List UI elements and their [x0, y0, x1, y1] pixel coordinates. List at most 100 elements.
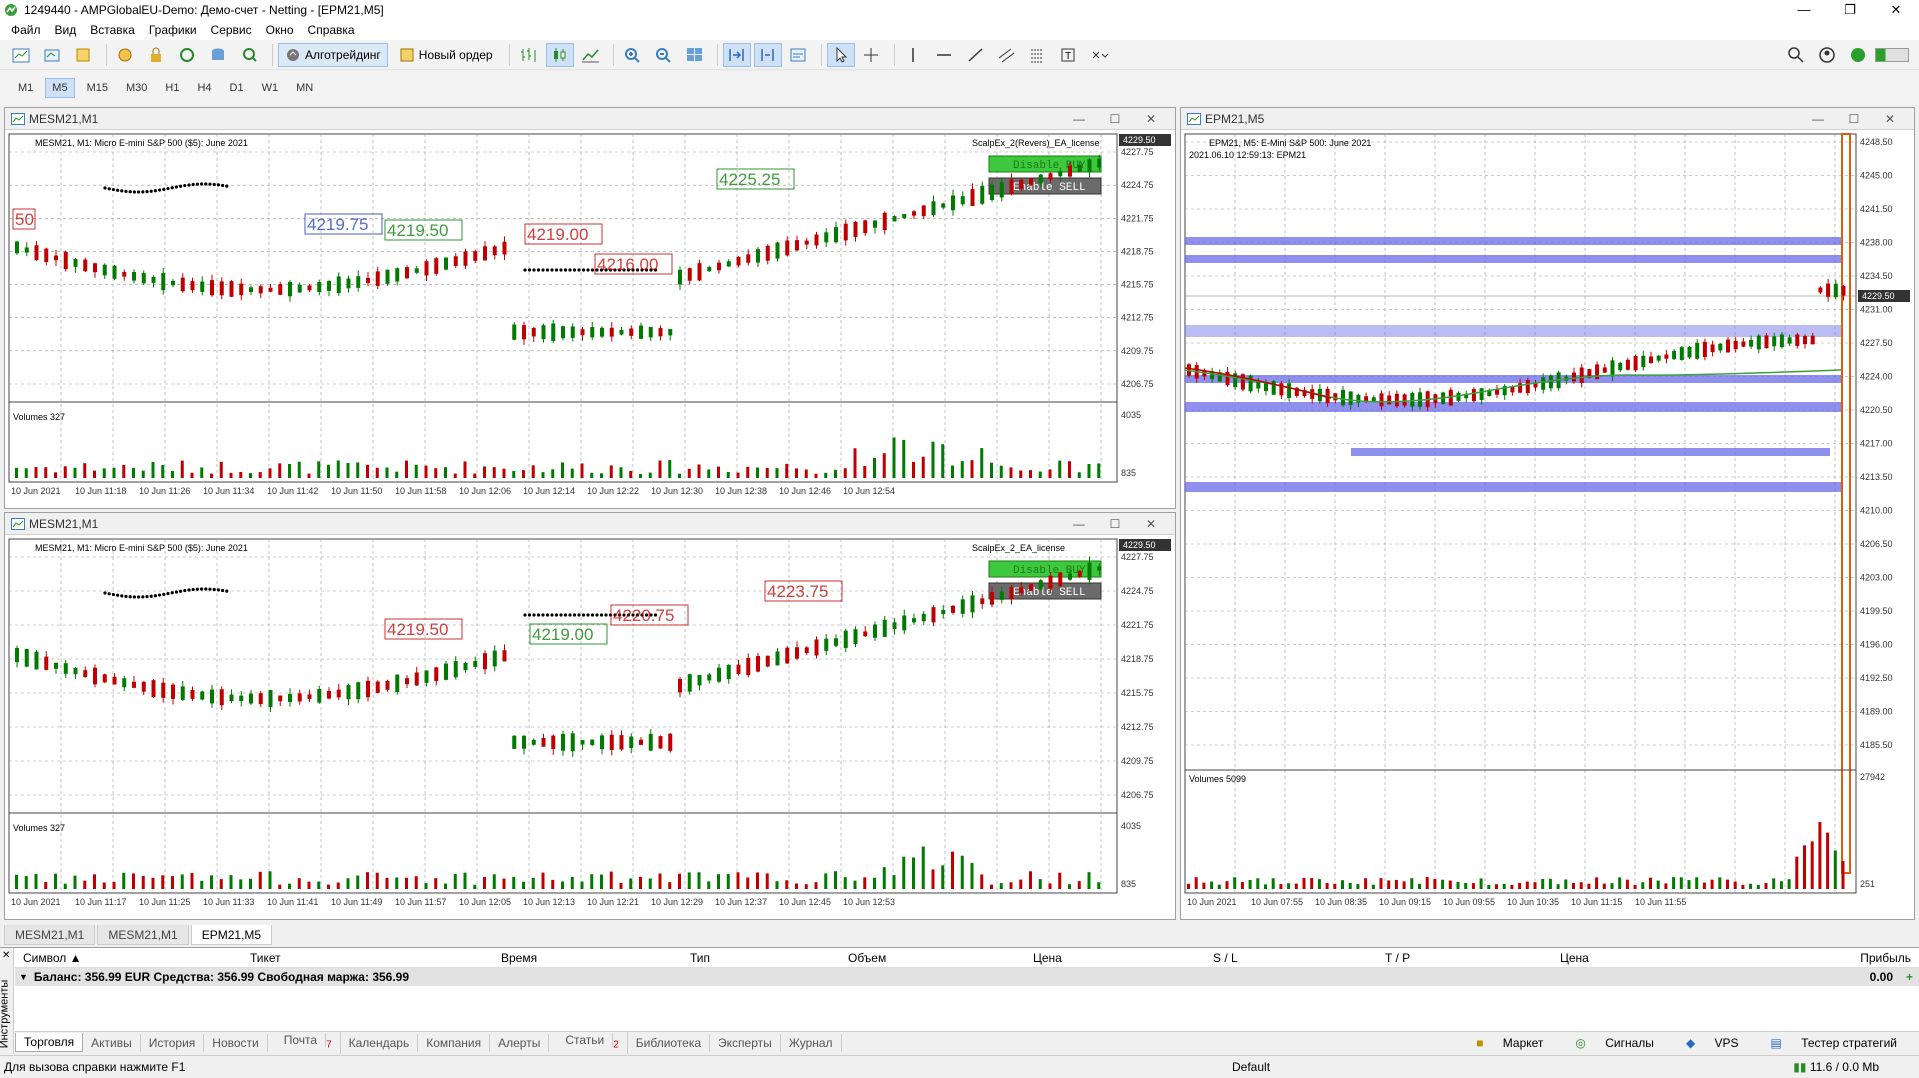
minimize-button[interactable]: — — [1781, 0, 1827, 20]
text-icon[interactable]: T — [1055, 43, 1083, 67]
tf-m15[interactable]: M15 — [81, 78, 114, 98]
tab-company[interactable]: Компания — [418, 1033, 491, 1052]
tab-articles[interactable]: Статьи 2 — [549, 1030, 628, 1055]
balance-row[interactable]: ▼ Баланс: 356.99 EUR Средства: 356.99 Св… — [15, 968, 1919, 986]
menu-insert[interactable]: Вставка — [85, 23, 144, 37]
candlestick-icon[interactable] — [545, 42, 574, 67]
menu-window[interactable]: Окно — [261, 23, 303, 37]
tf-h4[interactable]: H4 — [191, 78, 217, 98]
chart-close-button[interactable]: ✕ — [1872, 108, 1908, 130]
search-icon[interactable] — [1782, 43, 1810, 67]
chart-close-button[interactable]: ✕ — [1133, 108, 1169, 130]
tab-experts[interactable]: Эксперты — [710, 1033, 781, 1052]
menu-charts[interactable]: Графики — [144, 23, 206, 37]
cursor-icon[interactable] — [826, 42, 855, 67]
col-sl[interactable]: S / L — [1213, 951, 1238, 965]
chart-maximize-button[interactable]: ☐ — [1097, 108, 1133, 130]
tf-m5[interactable]: M5 — [45, 78, 75, 98]
col-type[interactable]: Тип — [690, 951, 710, 965]
expand-icon[interactable]: ▼ — [19, 972, 28, 982]
shapes-icon[interactable] — [1086, 43, 1114, 67]
signals-icon[interactable] — [174, 43, 202, 67]
menu-file[interactable]: Файл — [6, 23, 50, 37]
menu-help[interactable]: Справка — [303, 23, 364, 37]
tab-trade[interactable]: Торговля — [15, 1033, 84, 1052]
menu-view[interactable]: Вид — [50, 23, 86, 37]
trendline-icon[interactable] — [962, 43, 990, 67]
chart-tab[interactable]: MESM21,M1 — [97, 925, 189, 945]
market-watch-icon[interactable] — [70, 43, 98, 67]
tab-assets[interactable]: Активы — [83, 1033, 141, 1052]
status-profile[interactable]: Default — [1232, 1060, 1270, 1074]
line-chart-icon[interactable] — [577, 43, 605, 67]
col-profit[interactable]: Прибыль — [1860, 951, 1911, 965]
chart-window-mesm21-top[interactable]: MESM21,M1 — ☐ ✕ 4227.75 4224.75 4221.75 4218.… — [4, 107, 1176, 509]
close-icon[interactable]: ✕ — [2, 950, 10, 961]
add-icon[interactable]: + — [1906, 970, 1913, 984]
liveupdate-icon[interactable] — [1844, 43, 1872, 67]
tab-news[interactable]: Новости — [204, 1033, 268, 1052]
vps-link[interactable]: ◆ VPS — [1670, 1034, 1755, 1052]
horizontal-line-icon[interactable] — [931, 43, 959, 67]
bar-chart-icon[interactable] — [515, 43, 543, 67]
chart-plot-area[interactable]: 4227.75 4224.75 4221.75 4218.75 4215.75 4212.… — [5, 130, 1175, 508]
market-link[interactable]: ■ Маркет — [1460, 1034, 1559, 1052]
equidistant-channel-icon[interactable] — [993, 43, 1021, 67]
restore-button[interactable]: ❐ — [1827, 0, 1873, 20]
chart-minimize-button[interactable]: — — [1061, 513, 1097, 535]
tab-calendar[interactable]: Календарь — [341, 1033, 419, 1052]
tab-alerts[interactable]: Алерты — [490, 1033, 550, 1052]
tab-library[interactable]: Библиотека — [628, 1033, 711, 1052]
chart-maximize-button[interactable]: ☐ — [1836, 108, 1872, 130]
col-price[interactable]: Цена — [1033, 951, 1062, 965]
menu-tools[interactable]: Сервис — [206, 23, 261, 37]
fibonacci-icon[interactable] — [1024, 43, 1052, 67]
col-ticket[interactable]: Тикет — [250, 951, 281, 965]
chart-minimize-button[interactable]: — — [1061, 108, 1097, 130]
tab-mailbox[interactable]: Почта 7 — [268, 1030, 341, 1055]
database-icon[interactable] — [205, 43, 233, 67]
chart-tab[interactable]: MESM21,M1 — [4, 925, 96, 945]
tf-m30[interactable]: M30 — [120, 78, 153, 98]
chart-shift-icon[interactable] — [753, 42, 782, 67]
new-chart-icon[interactable] — [8, 43, 36, 67]
vertical-line-icon[interactable] — [900, 43, 928, 67]
col-volume[interactable]: Объем — [848, 951, 886, 965]
tf-w1[interactable]: W1 — [256, 78, 285, 98]
col-tp[interactable]: T / P — [1385, 951, 1410, 965]
tf-d1[interactable]: D1 — [224, 78, 250, 98]
profiles-icon[interactable] — [39, 43, 67, 67]
tf-m1[interactable]: M1 — [12, 78, 39, 98]
account-icon[interactable] — [1813, 43, 1841, 67]
zoom-out-icon[interactable] — [650, 43, 678, 67]
chart-window-mesm21-bottom[interactable]: MESM21,M1 — ☐ ✕ 4227.75 4224.75 4221.75 4218.… — [4, 512, 1176, 920]
chart-maximize-button[interactable]: ☐ — [1097, 513, 1133, 535]
close-button[interactable]: ✕ — [1873, 0, 1919, 20]
chart-plot-area[interactable]: 4227.75 4224.75 4221.75 4218.75 4215.75 4212.… — [5, 535, 1175, 919]
chart-minimize-button[interactable]: — — [1800, 108, 1836, 130]
strategy-tester-link[interactable]: ▤ Тестер стратегий — [1755, 1034, 1913, 1052]
chart-window-epm21[interactable]: EPM21,M5 — ☐ ✕ 4248.50 4245.00 4241.50 4238.0… — [1180, 107, 1915, 920]
chart-close-button[interactable]: ✕ — [1133, 513, 1169, 535]
tile-windows-icon[interactable] — [681, 43, 709, 67]
tf-h1[interactable]: H1 — [159, 78, 185, 98]
new-order-button[interactable]: Новый ордер — [392, 43, 500, 67]
templates-icon[interactable] — [785, 43, 813, 67]
status-network[interactable]: ▮▮ 11.6 / 0.0 Mb — [1793, 1060, 1879, 1074]
col-symbol[interactable]: Символ ▲ — [23, 951, 82, 965]
navigator-icon[interactable] — [112, 43, 140, 67]
signals-link[interactable]: ◎ Сигналы — [1559, 1034, 1670, 1052]
algo-trading-button[interactable]: Алготрейдинг — [278, 42, 388, 67]
lock-icon[interactable] — [143, 43, 171, 67]
search-market-icon[interactable] — [236, 43, 264, 67]
chart-tab-active[interactable]: EPM21,M5 — [190, 925, 273, 945]
tab-journal[interactable]: Журнал — [781, 1033, 842, 1052]
tf-mn[interactable]: MN — [290, 78, 319, 98]
col-price2[interactable]: Цена — [1560, 951, 1589, 965]
crosshair-icon[interactable] — [858, 43, 886, 67]
tab-history[interactable]: История — [141, 1033, 205, 1052]
col-time[interactable]: Время — [501, 951, 537, 965]
chart-plot-area[interactable]: 4248.50 4245.00 4241.50 4238.00 4234.50 4231.… — [1181, 130, 1914, 919]
autoscroll-icon[interactable] — [722, 42, 751, 67]
zoom-in-icon[interactable] — [619, 43, 647, 67]
